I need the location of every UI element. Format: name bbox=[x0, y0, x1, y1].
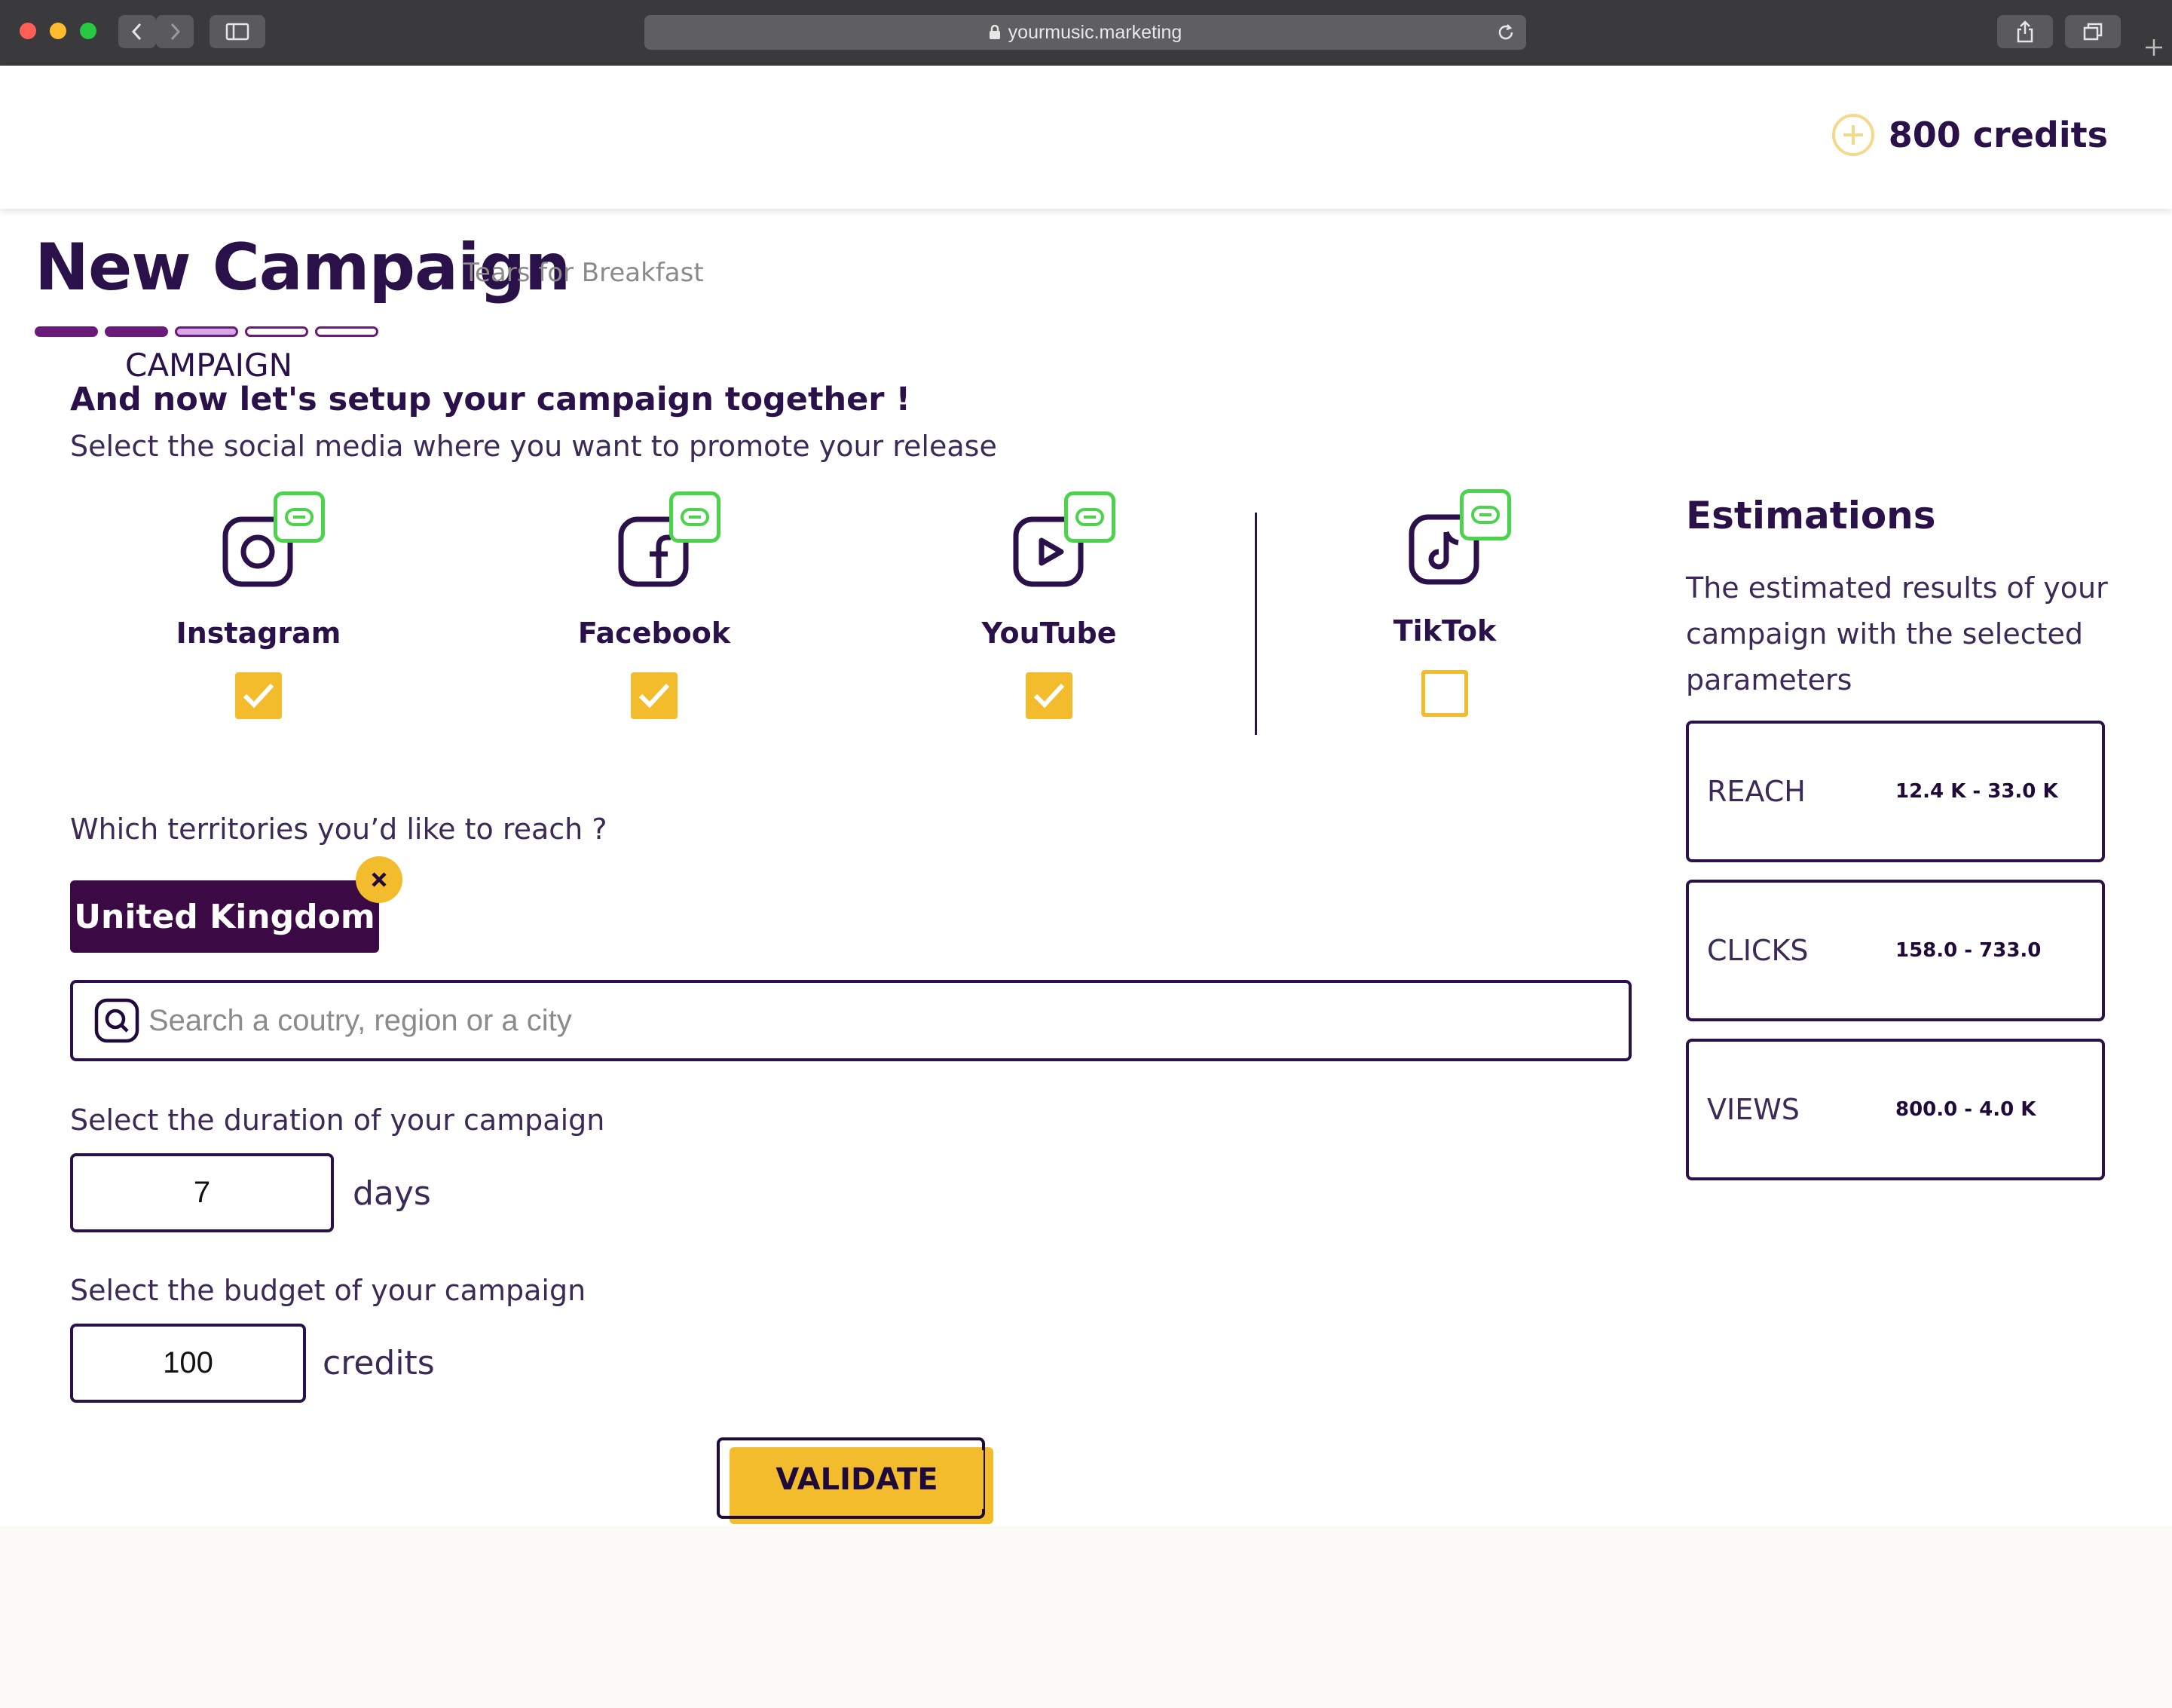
social-option-facebook[interactable]: Facebook bbox=[564, 490, 745, 719]
chevron-right-icon bbox=[170, 23, 181, 41]
close-icon bbox=[372, 872, 387, 887]
progress-step-5 bbox=[315, 326, 378, 337]
address-bar[interactable]: yourmusic.marketing bbox=[644, 15, 1526, 50]
sidebar-toggle-button[interactable] bbox=[210, 15, 265, 48]
checkmark-icon bbox=[1033, 683, 1065, 709]
facebook-checkbox[interactable] bbox=[631, 672, 678, 719]
zoom-window-button[interactable] bbox=[80, 23, 96, 39]
search-icon bbox=[94, 998, 139, 1043]
progress-step-1 bbox=[35, 326, 98, 337]
add-credits-icon[interactable] bbox=[1831, 113, 1875, 157]
estimation-card-reach: REACH 12.4 K - 33.0 K bbox=[1686, 721, 2105, 862]
estimations-description: The estimated results of your campaign w… bbox=[1686, 571, 2108, 696]
metric-value: 158.0 - 733.0 bbox=[1895, 939, 2042, 962]
progress-step-3 bbox=[175, 326, 238, 337]
progress-step-4 bbox=[245, 326, 308, 337]
remove-territory-button[interactable] bbox=[356, 856, 402, 903]
tabs-icon bbox=[2083, 23, 2103, 41]
link-account-icon[interactable] bbox=[1064, 491, 1115, 543]
browser-toolbar: yourmusic.marketing bbox=[0, 0, 2172, 66]
youtube-checkbox[interactable] bbox=[1026, 672, 1072, 719]
step-label: CAMPAIGN bbox=[125, 347, 293, 384]
social-label: Instagram bbox=[176, 617, 341, 650]
sidebar-icon bbox=[225, 23, 249, 41]
section-headline: And now let's setup your campaign togeth… bbox=[70, 381, 911, 418]
social-option-instagram[interactable]: Instagram bbox=[168, 490, 349, 719]
duration-unit: days bbox=[353, 1174, 431, 1213]
estimation-card-views: VIEWS 800.0 - 4.0 K bbox=[1686, 1039, 2105, 1180]
lock-icon bbox=[989, 25, 1000, 39]
page-footer-area bbox=[0, 1526, 2172, 1708]
territory-chip-label: United Kingdom bbox=[74, 897, 375, 936]
new-tab-button[interactable] bbox=[2136, 30, 2172, 65]
social-option-tiktok[interactable]: TikTok bbox=[1354, 488, 1535, 717]
forward-button[interactable] bbox=[156, 15, 194, 48]
chevron-left-icon bbox=[131, 23, 142, 41]
tiktok-checkbox[interactable] bbox=[1421, 670, 1468, 717]
territory-search-input[interactable] bbox=[147, 1002, 1582, 1039]
metric-label: CLICKS bbox=[1707, 934, 1809, 967]
share-icon bbox=[2017, 20, 2033, 43]
release-name: Tears for Breakfast bbox=[463, 258, 704, 288]
tabs-overview-button[interactable] bbox=[2065, 15, 2121, 48]
url-text: yourmusic.marketing bbox=[1008, 21, 1182, 43]
social-label: TikTok bbox=[1393, 614, 1497, 647]
metric-value: 12.4 K - 33.0 K bbox=[1895, 780, 2058, 803]
social-label: Facebook bbox=[577, 617, 731, 650]
back-button[interactable] bbox=[118, 15, 156, 48]
link-account-icon[interactable] bbox=[669, 491, 720, 543]
section-divider bbox=[1255, 513, 1257, 735]
checkmark-icon bbox=[638, 683, 670, 709]
link-account-icon[interactable] bbox=[274, 491, 325, 543]
territory-search-field[interactable] bbox=[70, 980, 1632, 1061]
credits-text: 800 credits bbox=[1888, 115, 2108, 155]
metric-label: VIEWS bbox=[1707, 1093, 1800, 1126]
minimize-window-button[interactable] bbox=[50, 23, 66, 39]
estimations-title: Estimations bbox=[1686, 494, 1936, 537]
checkmark-icon bbox=[243, 683, 274, 709]
metric-label: REACH bbox=[1707, 775, 1806, 808]
metric-value: 800.0 - 4.0 K bbox=[1895, 1098, 2036, 1121]
duration-input[interactable]: 7 bbox=[70, 1153, 334, 1232]
social-label: YouTube bbox=[981, 617, 1117, 650]
duration-question: Select the duration of your campaign bbox=[70, 1103, 605, 1137]
budget-question: Select the budget of your campaign bbox=[70, 1274, 586, 1307]
territories-question: Which territories you’d like to reach ? bbox=[70, 813, 607, 846]
budget-unit: credits bbox=[323, 1344, 435, 1382]
budget-input[interactable]: 100 bbox=[70, 1324, 306, 1403]
credits-balance[interactable]: 800 credits bbox=[1831, 113, 2108, 157]
section-lead: Select the social media where you want t… bbox=[70, 430, 997, 463]
estimation-card-clicks: CLICKS 158.0 - 733.0 bbox=[1686, 880, 2105, 1021]
link-account-icon[interactable] bbox=[1460, 489, 1511, 540]
instagram-checkbox[interactable] bbox=[235, 672, 282, 719]
social-option-youtube[interactable]: YouTube bbox=[959, 490, 1140, 719]
plus-icon bbox=[2146, 39, 2162, 56]
territory-chip: United Kingdom bbox=[70, 880, 379, 953]
share-button[interactable] bbox=[1997, 15, 2053, 48]
close-window-button[interactable] bbox=[20, 23, 36, 39]
reload-icon[interactable] bbox=[1496, 23, 1516, 42]
progress-step-2 bbox=[105, 326, 168, 337]
validate-button-label[interactable]: VALIDATE bbox=[730, 1450, 984, 1509]
